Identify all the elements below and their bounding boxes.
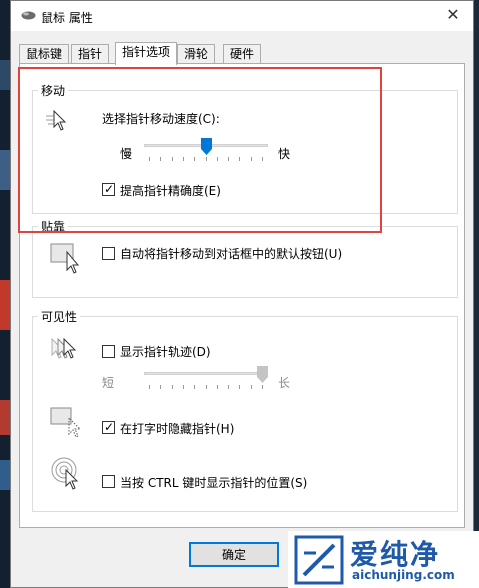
slider-tick [206, 385, 207, 389]
tab-pointer-options[interactable]: 指针选项 [115, 42, 178, 65]
ok-button[interactable]: 确定 [189, 542, 279, 567]
hide-while-typing-icon [50, 407, 82, 438]
snap-to-default-label: 自动将指针移动到对话框中的默认按钮(U) [120, 247, 343, 261]
slider-track [144, 372, 268, 375]
slider-tick [217, 385, 218, 389]
brand-logo-icon [294, 535, 344, 585]
snap-to-group: 贴靠 [32, 218, 458, 298]
pointer-trails-icon [51, 337, 77, 359]
site-watermark: 爱纯净 aichunjing.com [288, 531, 479, 588]
hide-while-typing-label: 在打字时隐藏指针(H) [120, 422, 235, 436]
brand-name: 爱纯净 [350, 538, 441, 571]
slider-tick [228, 385, 229, 389]
long-label: 长 [278, 376, 291, 390]
tab-pointers[interactable]: 指针 [71, 44, 110, 64]
slider-tick [194, 385, 195, 389]
checkmark-icon: ✓ [104, 420, 115, 434]
slider-tick [172, 385, 173, 389]
annotation-highlight-box [18, 67, 382, 233]
tab-hardware[interactable]: 硬件 [223, 44, 262, 64]
short-label: 短 [102, 376, 115, 390]
snap-to-default-checkbox[interactable] [102, 247, 115, 260]
brand-url: aichunjing.com [352, 568, 455, 582]
slider-tick [149, 385, 150, 389]
slider-tick [183, 385, 184, 389]
slider-tick [251, 385, 252, 389]
pointer-trails-checkbox[interactable] [102, 345, 115, 358]
show-location-icon [51, 457, 79, 490]
snap-to-button-icon [50, 243, 80, 274]
slider-tick [262, 385, 263, 389]
pointer-trails-label: 显示指针轨迹(D) [120, 345, 211, 359]
slider-thumb[interactable] [257, 366, 268, 383]
slider-tick [160, 385, 161, 389]
tab-buttons[interactable]: 鼠标键 [19, 44, 70, 64]
pointer-trails-slider[interactable] [144, 366, 268, 392]
mouse-icon [21, 11, 36, 20]
tab-wheel[interactable]: 滑轮 [177, 44, 216, 64]
show-location-ctrl-checkbox[interactable] [102, 475, 115, 488]
title-bar: 鼠标 属性 ✕ [11, 1, 473, 31]
window-title: 鼠标 属性 [41, 11, 93, 25]
show-location-ctrl-label: 当按 CTRL 键时显示指针的位置(S) [120, 476, 308, 490]
close-button[interactable]: ✕ [433, 1, 473, 31]
slider-tick [239, 385, 240, 389]
visibility-group-label: 可见性 [38, 308, 81, 325]
hide-while-typing-checkbox[interactable]: ✓ [102, 420, 115, 434]
